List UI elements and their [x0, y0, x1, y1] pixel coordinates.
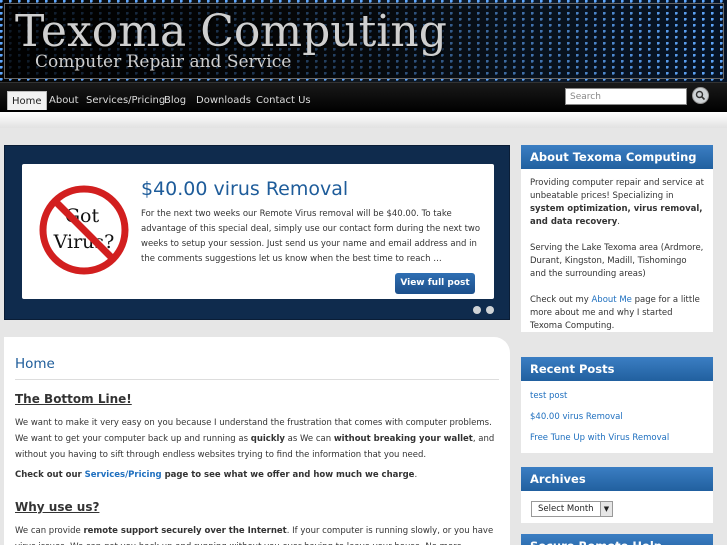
about-paragraph-3: Check out my About Me page for a little … [530, 294, 704, 333]
text: . [617, 217, 620, 227]
bold-text: Check out our [15, 470, 85, 480]
about-me-link[interactable]: About Me [591, 295, 631, 305]
slider-dot-1[interactable] [473, 306, 481, 314]
slide-card: Got Virus? $40.00 virus Removal For the … [22, 164, 494, 299]
page-title: Home [15, 356, 55, 372]
paragraph-services: Check out our Services/Pricing page to s… [15, 467, 503, 483]
divider [15, 379, 499, 380]
paragraph-bottom-line: We want to make it very easy on you beca… [15, 415, 503, 463]
featured-post-title[interactable]: $40.00 virus Removal [141, 178, 348, 200]
site-title[interactable]: Texoma Computing [15, 6, 447, 57]
search-icon [695, 90, 706, 101]
search-button[interactable] [692, 87, 709, 104]
text: We can provide [15, 526, 84, 536]
section-title-bottom-line: The Bottom Line! [15, 392, 132, 406]
text: Providing computer repair and service at… [530, 178, 704, 201]
paragraph-why-use-us: We can provide remote support securely o… [15, 523, 503, 545]
recent-post-link[interactable]: Free Tune Up with Virus Removal [530, 433, 669, 443]
search-input[interactable] [565, 88, 687, 105]
bold-text: without breaking your wallet [333, 434, 473, 444]
text: as We can [284, 434, 334, 444]
nav-services-pricing[interactable]: Services/Pricing [82, 91, 169, 110]
bold-text: remote support securely over the Interne… [83, 526, 287, 536]
main-nav: Home About Services/Pricing Blog Downloa… [0, 82, 727, 112]
slider-dot-2[interactable] [486, 306, 494, 314]
secure-remote-help-widget: Secure Remote Help [521, 534, 713, 545]
text: . [414, 470, 418, 480]
secure-remote-help-title: Secure Remote Help [521, 534, 713, 545]
featured-slider: Got Virus? $40.00 virus Removal For the … [4, 145, 510, 320]
text: Check out my [530, 295, 592, 305]
bold-text: quickly [250, 434, 285, 444]
about-paragraph-2: Serving the Lake Texoma area (Ardmore, D… [530, 243, 704, 279]
about-paragraph-1: Providing computer repair and service at… [530, 177, 704, 229]
recent-posts-title: Recent Posts [521, 357, 713, 381]
archives-widget: Archives Select Month ▼ [521, 467, 713, 523]
section-title-why-use-us: Why use us? [15, 500, 100, 514]
about-widget-body: Providing computer repair and service at… [521, 169, 713, 341]
nav-contact-us[interactable]: Contact Us [252, 91, 315, 110]
banner-frame: Texoma Computing Computer Repair and Ser… [4, 3, 724, 79]
chevron-down-icon: ▼ [600, 502, 612, 516]
featured-post-excerpt: For the next two weeks our Remote Virus … [141, 209, 481, 264]
archive-month-select[interactable]: Select Month ▼ [531, 501, 613, 517]
bold-text: page to see what we offer and how much w… [161, 470, 415, 480]
main-content: Home The Bottom Line! We want to make it… [4, 337, 510, 545]
view-full-post-button[interactable]: View full post [395, 273, 475, 294]
nav-blog[interactable]: Blog [160, 91, 190, 110]
no-virus-icon: Got Virus? [39, 185, 129, 275]
nav-downloads[interactable]: Downloads [192, 91, 255, 110]
nav-subbar [0, 112, 727, 128]
recent-posts-widget: Recent Posts test post $40.00 virus Remo… [521, 357, 713, 453]
about-widget: About Texoma Computing Providing compute… [521, 145, 713, 332]
site-tagline: Computer Repair and Service [35, 52, 292, 72]
nav-about[interactable]: About [45, 91, 83, 110]
services-pricing-link[interactable]: Services/Pricing [85, 470, 162, 480]
recent-post-link[interactable]: test post [530, 391, 567, 401]
nav-home[interactable]: Home [7, 91, 47, 110]
archives-title: Archives [521, 467, 713, 491]
archive-select-value: Select Month [538, 504, 594, 514]
header-banner: Texoma Computing Computer Repair and Ser… [0, 0, 727, 82]
recent-post-link[interactable]: $40.00 virus Removal [530, 412, 623, 422]
about-widget-title: About Texoma Computing [521, 145, 713, 169]
